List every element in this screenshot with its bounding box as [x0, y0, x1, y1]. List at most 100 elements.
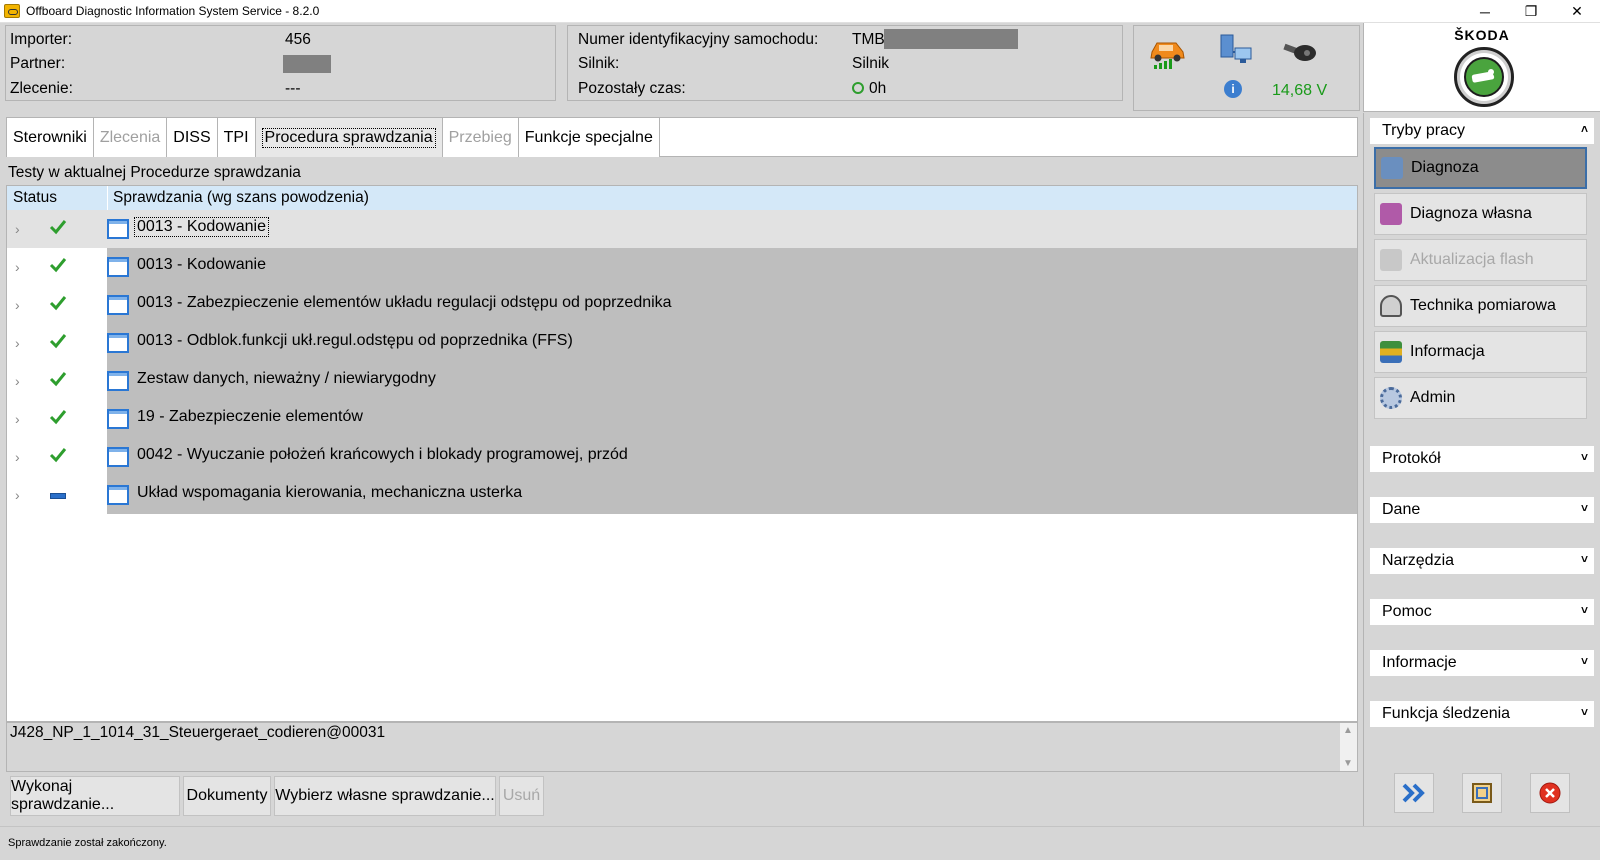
table-row[interactable]: › 0013 - Kodowanie — [7, 248, 1357, 286]
mode-informacja[interactable]: Informacja — [1374, 331, 1587, 373]
table-row[interactable]: › 0013 - Kodowanie — [7, 210, 1357, 248]
importer-label: Importer: — [10, 31, 73, 48]
table-row[interactable]: › 0013 - Odblok.funkcji ukł.regul.odstęp… — [7, 324, 1357, 362]
expand-chevron-icon[interactable]: › — [15, 373, 20, 389]
remove-button: Usuń — [499, 776, 544, 816]
tab-sterowniki[interactable]: Sterowniki — [6, 117, 94, 157]
time-label: Pozostały czas: — [578, 80, 686, 97]
engine-label: Silnik: — [578, 55, 620, 72]
check-icon — [49, 448, 67, 463]
admin-gear-icon — [1380, 387, 1402, 409]
battery-voltage: 14,68 V — [1272, 82, 1328, 99]
test-document-icon — [107, 371, 129, 391]
section-informacje[interactable]: Informacje ˅ — [1370, 650, 1594, 676]
brand-logo-area: ŠKODA — [1363, 23, 1600, 112]
test-document-icon — [107, 333, 129, 353]
status-icons-panel: i 14,68 V — [1133, 25, 1360, 111]
section-title: Testy w aktualnej Procedurze sprawdzania — [8, 164, 301, 181]
status-text: Sprawdzanie został zakończony. — [8, 837, 167, 849]
close-circle-icon — [1539, 782, 1561, 804]
screenshot-button[interactable] — [1462, 773, 1502, 813]
expand-icon[interactable]: ˅ — [1581, 501, 1588, 515]
expand-icon[interactable]: ˅ — [1581, 603, 1588, 617]
expand-chevron-icon[interactable]: › — [15, 221, 20, 237]
section-narzedzia[interactable]: Narzędzia ˅ — [1370, 548, 1594, 574]
row-label: Układ wspomagania kierowania, mechaniczn… — [137, 484, 523, 501]
partner-label: Partner: — [10, 55, 66, 72]
choose-own-check-button[interactable]: Wybierz własne sprawdzanie... — [274, 776, 496, 816]
expand-chevron-icon[interactable]: › — [15, 411, 20, 427]
restore-button[interactable]: ❐ — [1508, 0, 1554, 23]
mode-admin[interactable]: Admin — [1374, 377, 1587, 419]
expand-chevron-icon[interactable]: › — [15, 487, 20, 503]
mode-technika-pomiarowa[interactable]: Technika pomiarowa — [1374, 285, 1587, 327]
test-document-icon — [107, 485, 129, 505]
forward-button[interactable] — [1394, 773, 1434, 813]
expand-icon[interactable]: ˅ — [1581, 552, 1588, 566]
expand-icon[interactable]: ˅ — [1581, 705, 1588, 719]
table-row[interactable]: › 19 - Zabezpieczenie elementów — [7, 400, 1357, 438]
expand-chevron-icon[interactable]: › — [15, 259, 20, 275]
tab-przebieg: Przebieg — [441, 117, 519, 157]
expand-chevron-icon[interactable]: › — [15, 335, 20, 351]
test-document-icon — [107, 257, 129, 277]
detail-scrollbar[interactable]: ▲ ▼ — [1340, 723, 1357, 771]
gauge-icon — [1380, 295, 1402, 317]
tab-tpi[interactable]: TPI — [216, 117, 256, 157]
tab-procedura-sprawdzania[interactable]: Procedura sprawdzania — [254, 117, 443, 157]
network-icon[interactable] — [1218, 32, 1254, 68]
partner-value-redacted — [283, 55, 331, 73]
modes-header[interactable]: Tryby pracy ˄ — [1370, 118, 1594, 144]
check-icon — [49, 372, 67, 387]
scroll-up-icon[interactable]: ▲ — [1343, 725, 1353, 736]
time-value: 0h — [869, 80, 887, 97]
exit-button[interactable] — [1530, 773, 1570, 813]
documents-button[interactable]: Dokumenty — [183, 776, 271, 816]
mode-diagnoza-wlasna[interactable]: Diagnoza własna — [1374, 193, 1587, 235]
tab-funkcje-specjalne[interactable]: Funkcje specjalne — [517, 117, 660, 157]
row-label: 0013 - Odblok.funkcji ukł.regul.odstępu … — [137, 332, 573, 349]
section-protokol[interactable]: Protokół ˅ — [1370, 446, 1594, 472]
minimize-button[interactable]: ─ — [1462, 0, 1508, 23]
key-icon[interactable] — [1282, 36, 1318, 66]
tab-diss[interactable]: DISS — [166, 117, 218, 157]
app-icon — [4, 4, 20, 18]
mode-aktualizacja-flash: Aktualizacja flash — [1374, 239, 1587, 281]
section-dane[interactable]: Dane ˅ — [1370, 497, 1594, 523]
expand-chevron-icon[interactable]: › — [15, 449, 20, 465]
books-icon — [1380, 341, 1402, 363]
execute-check-button[interactable]: Wykonaj sprawdzanie... — [10, 776, 180, 816]
vin-redacted — [884, 29, 1018, 49]
title-bar: Offboard Diagnostic Information System S… — [0, 0, 1600, 23]
table-row[interactable]: › 0042 - Wyuczanie położeń krańcowych i … — [7, 438, 1357, 476]
expand-icon[interactable]: ˅ — [1581, 654, 1588, 668]
section-funkcja-sledzenia[interactable]: Funkcja śledzenia ˅ — [1370, 701, 1594, 727]
flash-update-icon — [1380, 249, 1402, 271]
engine-value: Silnik — [852, 55, 890, 72]
check-icon — [49, 334, 67, 349]
skoda-arrow-icon — [1464, 57, 1504, 97]
tab-zlecenia: Zlecenia — [92, 117, 168, 157]
own-diagnosis-icon — [1380, 203, 1402, 225]
section-pomoc[interactable]: Pomoc ˅ — [1370, 599, 1594, 625]
brand-name: ŠKODA — [1454, 27, 1510, 43]
table-row[interactable]: › Zestaw danych, nieważny / niewiarygodn… — [7, 362, 1357, 400]
scroll-down-icon[interactable]: ▼ — [1343, 758, 1353, 769]
test-table: Status Sprawdzania (wg szans powodzenia)… — [6, 185, 1358, 722]
expand-chevron-icon[interactable]: › — [15, 297, 20, 313]
vin-value: TMB — [852, 31, 885, 48]
table-row[interactable]: › Układ wspomagania kierowania, mechanic… — [7, 476, 1357, 514]
column-header-checks[interactable]: Sprawdzania (wg szans powodzenia) — [113, 189, 369, 207]
collapse-icon[interactable]: ˄ — [1581, 122, 1588, 136]
order-value: --- — [285, 80, 301, 97]
vin-label: Numer identyfikacyjny samochodu: — [578, 31, 819, 48]
column-header-status[interactable]: Status — [13, 189, 57, 207]
close-window-button[interactable]: ✕ — [1554, 0, 1600, 23]
table-row[interactable]: › 0013 - Zabezpieczenie elementów układu… — [7, 286, 1357, 324]
row-label: 0013 - Kodowanie — [134, 217, 269, 237]
expand-icon[interactable]: ˅ — [1581, 450, 1588, 464]
vehicle-connection-icon[interactable] — [1148, 34, 1188, 70]
skoda-logo — [1454, 47, 1514, 107]
mode-diagnoza[interactable]: Diagnoza — [1374, 147, 1587, 189]
info-icon[interactable]: i — [1224, 80, 1242, 98]
